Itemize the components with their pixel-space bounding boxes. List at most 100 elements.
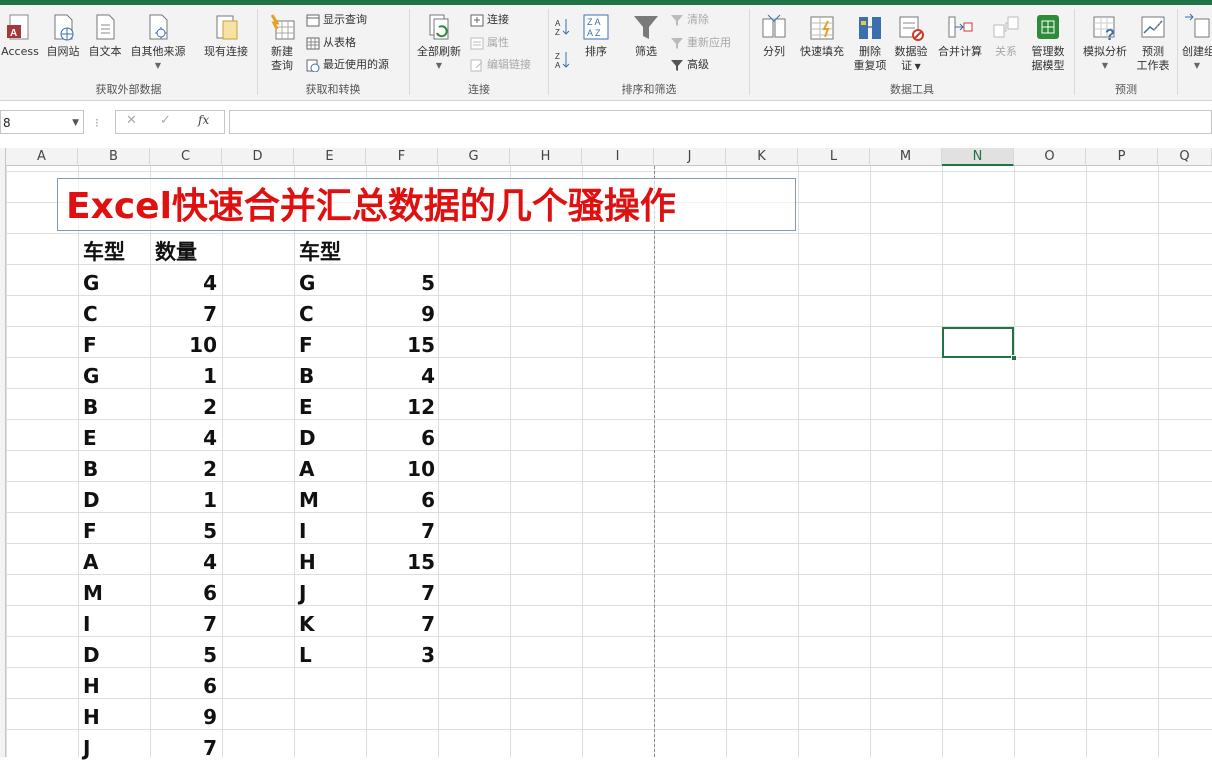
table2-type-cell[interactable]: I xyxy=(299,517,306,545)
table1-type-cell[interactable]: B xyxy=(83,393,98,421)
column-header-e[interactable]: E xyxy=(294,148,366,166)
chevron-down-icon[interactable]: ▼ xyxy=(72,111,79,135)
recent-sources-button[interactable]: 最近使用的源 xyxy=(306,58,389,72)
table1-qty-cell[interactable]: 6 xyxy=(157,579,217,607)
table2-qty-cell[interactable]: 15 xyxy=(375,331,435,359)
flash-fill-button[interactable]: 快速填充 xyxy=(796,13,848,59)
connections-button[interactable]: 连接 xyxy=(470,13,509,27)
text-to-columns-button[interactable]: 分列 xyxy=(757,13,791,59)
active-cell[interactable] xyxy=(942,327,1014,358)
table1-type-cell[interactable]: C xyxy=(83,300,98,328)
table1-type-cell[interactable]: E xyxy=(83,424,97,452)
table1-qty-cell[interactable]: 7 xyxy=(157,610,217,638)
table2-qty-cell[interactable]: 6 xyxy=(375,486,435,514)
table2-type-cell[interactable]: J xyxy=(299,579,306,607)
column-header-d[interactable]: D xyxy=(222,148,294,166)
table1-qty-cell[interactable]: 2 xyxy=(157,393,217,421)
table1-qty-cell[interactable]: 5 xyxy=(157,517,217,545)
manage-data-model-button[interactable]: 管理数 据模型 xyxy=(1027,13,1069,73)
table2-type-cell[interactable]: A xyxy=(299,455,314,483)
filter-button[interactable]: 筛选 xyxy=(628,13,664,59)
properties-button[interactable]: 属性 xyxy=(470,36,509,50)
table1-type-cell[interactable]: I xyxy=(83,610,90,638)
table1-qty-cell[interactable]: 7 xyxy=(157,300,217,328)
column-header-h[interactable]: H xyxy=(510,148,582,166)
sort-button[interactable]: Z AA Z 排序 xyxy=(578,13,614,59)
table2-type-cell[interactable]: H xyxy=(299,548,316,576)
table1-type-cell[interactable]: G xyxy=(83,269,99,297)
refresh-all-button[interactable]: 全部刷新 ▼ xyxy=(413,13,465,73)
table1-qty-cell[interactable]: 7 xyxy=(157,734,217,762)
table1-type-cell[interactable]: H xyxy=(83,672,100,700)
relationships-button[interactable]: 关系 xyxy=(988,13,1024,59)
table2-qty-cell[interactable]: 15 xyxy=(375,548,435,576)
column-header-q[interactable]: Q xyxy=(1158,148,1212,166)
table2-qty-cell[interactable]: 7 xyxy=(375,517,435,545)
enter-icon[interactable]: ✓ xyxy=(160,113,171,128)
table1-qty-cell[interactable]: 4 xyxy=(157,548,217,576)
column-header-g[interactable]: G xyxy=(438,148,510,166)
column-header-b[interactable]: B xyxy=(78,148,150,166)
sort-descending-button[interactable]: ZA xyxy=(555,50,571,75)
from-other-sources-button[interactable]: 自其他来源 ▼ xyxy=(127,13,189,73)
what-if-analysis-button[interactable]: ? 模拟分析 ▼ xyxy=(1078,13,1132,73)
table1-header-type[interactable]: 车型 xyxy=(83,238,125,266)
table2-type-cell[interactable]: D xyxy=(299,424,316,452)
table1-type-cell[interactable]: H xyxy=(83,703,100,731)
column-header-k[interactable]: K xyxy=(726,148,798,166)
table1-qty-cell[interactable]: 6 xyxy=(157,672,217,700)
from-text-button[interactable]: 自文本 xyxy=(85,13,125,59)
forecast-sheet-button[interactable]: 预测 工作表 xyxy=(1133,13,1173,73)
select-all-corner[interactable] xyxy=(0,148,6,166)
table2-qty-cell[interactable]: 7 xyxy=(375,579,435,607)
insert-function-icon[interactable]: fx xyxy=(198,113,209,127)
table1-qty-cell[interactable]: 1 xyxy=(157,486,217,514)
table2-qty-cell[interactable]: 3 xyxy=(375,641,435,669)
clear-filter-button[interactable]: 清除 xyxy=(670,13,709,27)
table1-qty-cell[interactable]: 2 xyxy=(157,455,217,483)
table2-qty-cell[interactable]: 10 xyxy=(375,455,435,483)
table1-type-cell[interactable]: B xyxy=(83,455,98,483)
column-header-m[interactable]: M xyxy=(870,148,942,166)
table2-qty-cell[interactable]: 4 xyxy=(375,362,435,390)
table2-type-cell[interactable]: L xyxy=(299,641,312,669)
table2-qty-cell[interactable]: 5 xyxy=(375,269,435,297)
from-web-button[interactable]: 自网站 xyxy=(43,13,83,59)
table1-type-cell[interactable]: F xyxy=(83,331,97,359)
show-queries-button[interactable]: 显示查询 xyxy=(306,13,367,27)
table1-type-cell[interactable]: M xyxy=(83,579,103,607)
new-query-button[interactable]: 新建 查询 xyxy=(261,13,303,73)
table2-type-cell[interactable]: B xyxy=(299,362,314,390)
table1-type-cell[interactable]: D xyxy=(83,641,100,669)
table1-qty-cell[interactable]: 10 xyxy=(157,331,217,359)
table2-qty-cell[interactable]: 7 xyxy=(375,610,435,638)
table1-type-cell[interactable]: A xyxy=(83,548,98,576)
table2-type-cell[interactable]: G xyxy=(299,269,315,297)
existing-connections-button[interactable]: 现有连接 xyxy=(199,13,253,59)
table2-qty-cell[interactable]: 12 xyxy=(375,393,435,421)
table2-header-type[interactable]: 车型 xyxy=(299,238,341,266)
table1-qty-cell[interactable]: 4 xyxy=(157,269,217,297)
table2-type-cell[interactable]: F xyxy=(299,331,313,359)
table2-qty-cell[interactable]: 6 xyxy=(375,424,435,452)
table1-qty-cell[interactable]: 9 xyxy=(157,703,217,731)
table2-type-cell[interactable]: K xyxy=(299,610,315,638)
table2-qty-cell[interactable]: 9 xyxy=(375,300,435,328)
reapply-button[interactable]: 重新应用 xyxy=(670,36,731,50)
column-header-i[interactable]: I xyxy=(582,148,654,166)
table1-type-cell[interactable]: D xyxy=(83,486,100,514)
formula-input[interactable] xyxy=(229,110,1212,134)
table1-qty-cell[interactable]: 4 xyxy=(157,424,217,452)
edit-links-button[interactable]: 编辑链接 xyxy=(470,58,531,72)
column-header-c[interactable]: C xyxy=(150,148,222,166)
table1-qty-cell[interactable]: 1 xyxy=(157,362,217,390)
column-header-f[interactable]: F xyxy=(366,148,438,166)
fill-handle[interactable] xyxy=(1011,355,1017,361)
table1-type-cell[interactable]: F xyxy=(83,517,97,545)
table2-type-cell[interactable]: C xyxy=(299,300,314,328)
column-header-j[interactable]: J xyxy=(654,148,726,166)
table1-type-cell[interactable]: J xyxy=(83,734,90,762)
table2-type-cell[interactable]: M xyxy=(299,486,319,514)
data-validation-button[interactable]: 数据验 证 ▼ xyxy=(891,13,931,74)
table2-type-cell[interactable]: E xyxy=(299,393,313,421)
